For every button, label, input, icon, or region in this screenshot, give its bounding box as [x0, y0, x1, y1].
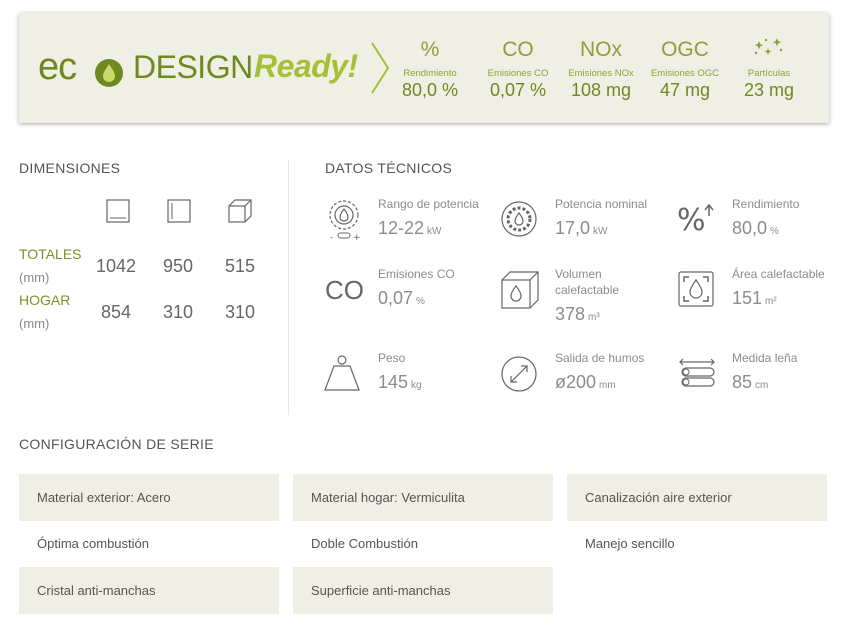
width-icon	[106, 199, 130, 223]
logo-ready: Ready!	[254, 48, 358, 84]
tech-value: 378 m³	[555, 304, 600, 324]
weight-icon	[324, 355, 360, 391]
log-length-icon	[679, 358, 715, 387]
dimension-value: 310	[224, 302, 256, 322]
tech-label: Medida leña	[732, 351, 798, 365]
eco-stat-label: Partículas	[747, 68, 791, 79]
flue-outlet-icon	[501, 356, 537, 392]
config-item: Material hogar: Vermiculita	[293, 474, 553, 521]
eco-stat-label: Emisiones OGC	[650, 68, 720, 79]
config-item: Material exterior: Acero	[19, 474, 279, 521]
tech-label: Peso	[378, 351, 406, 365]
tech-value: 85 cm	[732, 372, 769, 392]
tech-label: Volumen calefactable	[555, 267, 620, 297]
tech-title: DATOS TÉCNICOS	[325, 160, 453, 176]
dimensions-row-unit: (mm)	[19, 316, 50, 331]
ogc-symbol: OGC	[661, 38, 709, 61]
config-item: Cristal anti-manchas	[19, 567, 279, 614]
tech-value: 17,0 kW	[555, 218, 608, 238]
dimension-value: 310	[162, 302, 194, 322]
tech-value: ø200 mm	[555, 372, 616, 392]
particles-icon	[754, 38, 783, 55]
ecodesign-banner: ec DESIGN Ready! % Rendimiento 80,0 % CO…	[19, 13, 829, 123]
config-item: Superficie anti-manchas	[293, 567, 553, 614]
logo-eco: ec	[38, 46, 77, 88]
dimension-value: 854	[100, 302, 132, 322]
eco-stat-value: 80,0 %	[401, 80, 459, 100]
config-item: Óptima combustión	[37, 536, 149, 551]
efficiency-icon: %	[677, 203, 714, 236]
tech-label: Rango de potencia	[378, 197, 479, 211]
svg-text:-: -	[330, 233, 333, 242]
dimension-value: 1042	[95, 256, 137, 276]
eco-stat-particulas: Partículas 23 mg	[729, 35, 809, 101]
height-icon	[167, 199, 191, 223]
eco-stat-value: 23 mg	[743, 80, 795, 100]
nox-symbol: NOx	[580, 38, 622, 61]
eco-stat-rendimiento: % Rendimiento 80,0 %	[390, 35, 470, 101]
logo-design: DESIGN	[133, 49, 253, 85]
dimensions-row-label: HOGAR	[19, 292, 71, 308]
nominal-power-icon	[501, 201, 537, 237]
eco-stat-value: 47 mg	[659, 80, 711, 100]
heated-volume-icon	[501, 271, 539, 309]
logo-drop-icon	[95, 59, 123, 87]
power-range-icon: - +	[329, 200, 361, 242]
dimensions-title: DIMENSIONES	[19, 160, 121, 176]
tech-value: 80,0%	[732, 218, 779, 238]
tech-label: Rendimiento	[732, 197, 800, 211]
eco-stat-nox: NOx Emisiones NOx 108 mg	[561, 35, 641, 101]
config-item: Canalización aire exterior	[567, 474, 827, 521]
eco-stat-value: 108 mg	[570, 80, 632, 100]
eco-stat-co: CO Emisiones CO 0,07 %	[478, 35, 558, 101]
svg-text:+: +	[353, 233, 361, 242]
dimensions-row-label: TOTALES	[19, 246, 82, 262]
percent-symbol: %	[420, 38, 440, 61]
svg-text:%: %	[677, 203, 706, 236]
depth-icon	[228, 199, 252, 223]
dimensions-row-unit: (mm)	[19, 270, 50, 285]
eco-stat-value: 0,07 %	[489, 80, 547, 100]
heated-area-icon	[678, 271, 714, 307]
chevron-right-icon	[371, 42, 390, 94]
co-icon: CO	[325, 275, 364, 305]
eco-stat-label: Emisiones CO	[487, 68, 549, 79]
config-title: CONFIGURACIÓN DE SERIE	[19, 436, 214, 452]
tech-label: Salida de humos	[555, 351, 645, 365]
eco-stat-label: Rendimiento	[403, 68, 457, 79]
dimension-value: 950	[162, 256, 194, 276]
tech-value: 0,07%	[378, 288, 425, 308]
tech-value: 12-22 kW	[378, 218, 442, 238]
tech-value: 151 m²	[732, 288, 777, 308]
tech-label: Potencia nominal	[555, 197, 648, 211]
config-item: Manejo sencillo	[585, 536, 675, 551]
config-item: Doble Combustión	[311, 536, 418, 551]
eco-stat-ogc: OGC Emisiones OGC 47 mg	[645, 35, 725, 101]
tech-label: Emisiones CO	[378, 267, 455, 281]
section-divider	[288, 160, 289, 415]
dimension-value: 515	[224, 256, 256, 276]
tech-label: Área calefactable	[732, 267, 825, 281]
eco-stat-label: Emisiones NOx	[568, 68, 634, 79]
tech-value: 145 kg	[378, 372, 422, 392]
co-symbol: CO	[502, 38, 534, 61]
